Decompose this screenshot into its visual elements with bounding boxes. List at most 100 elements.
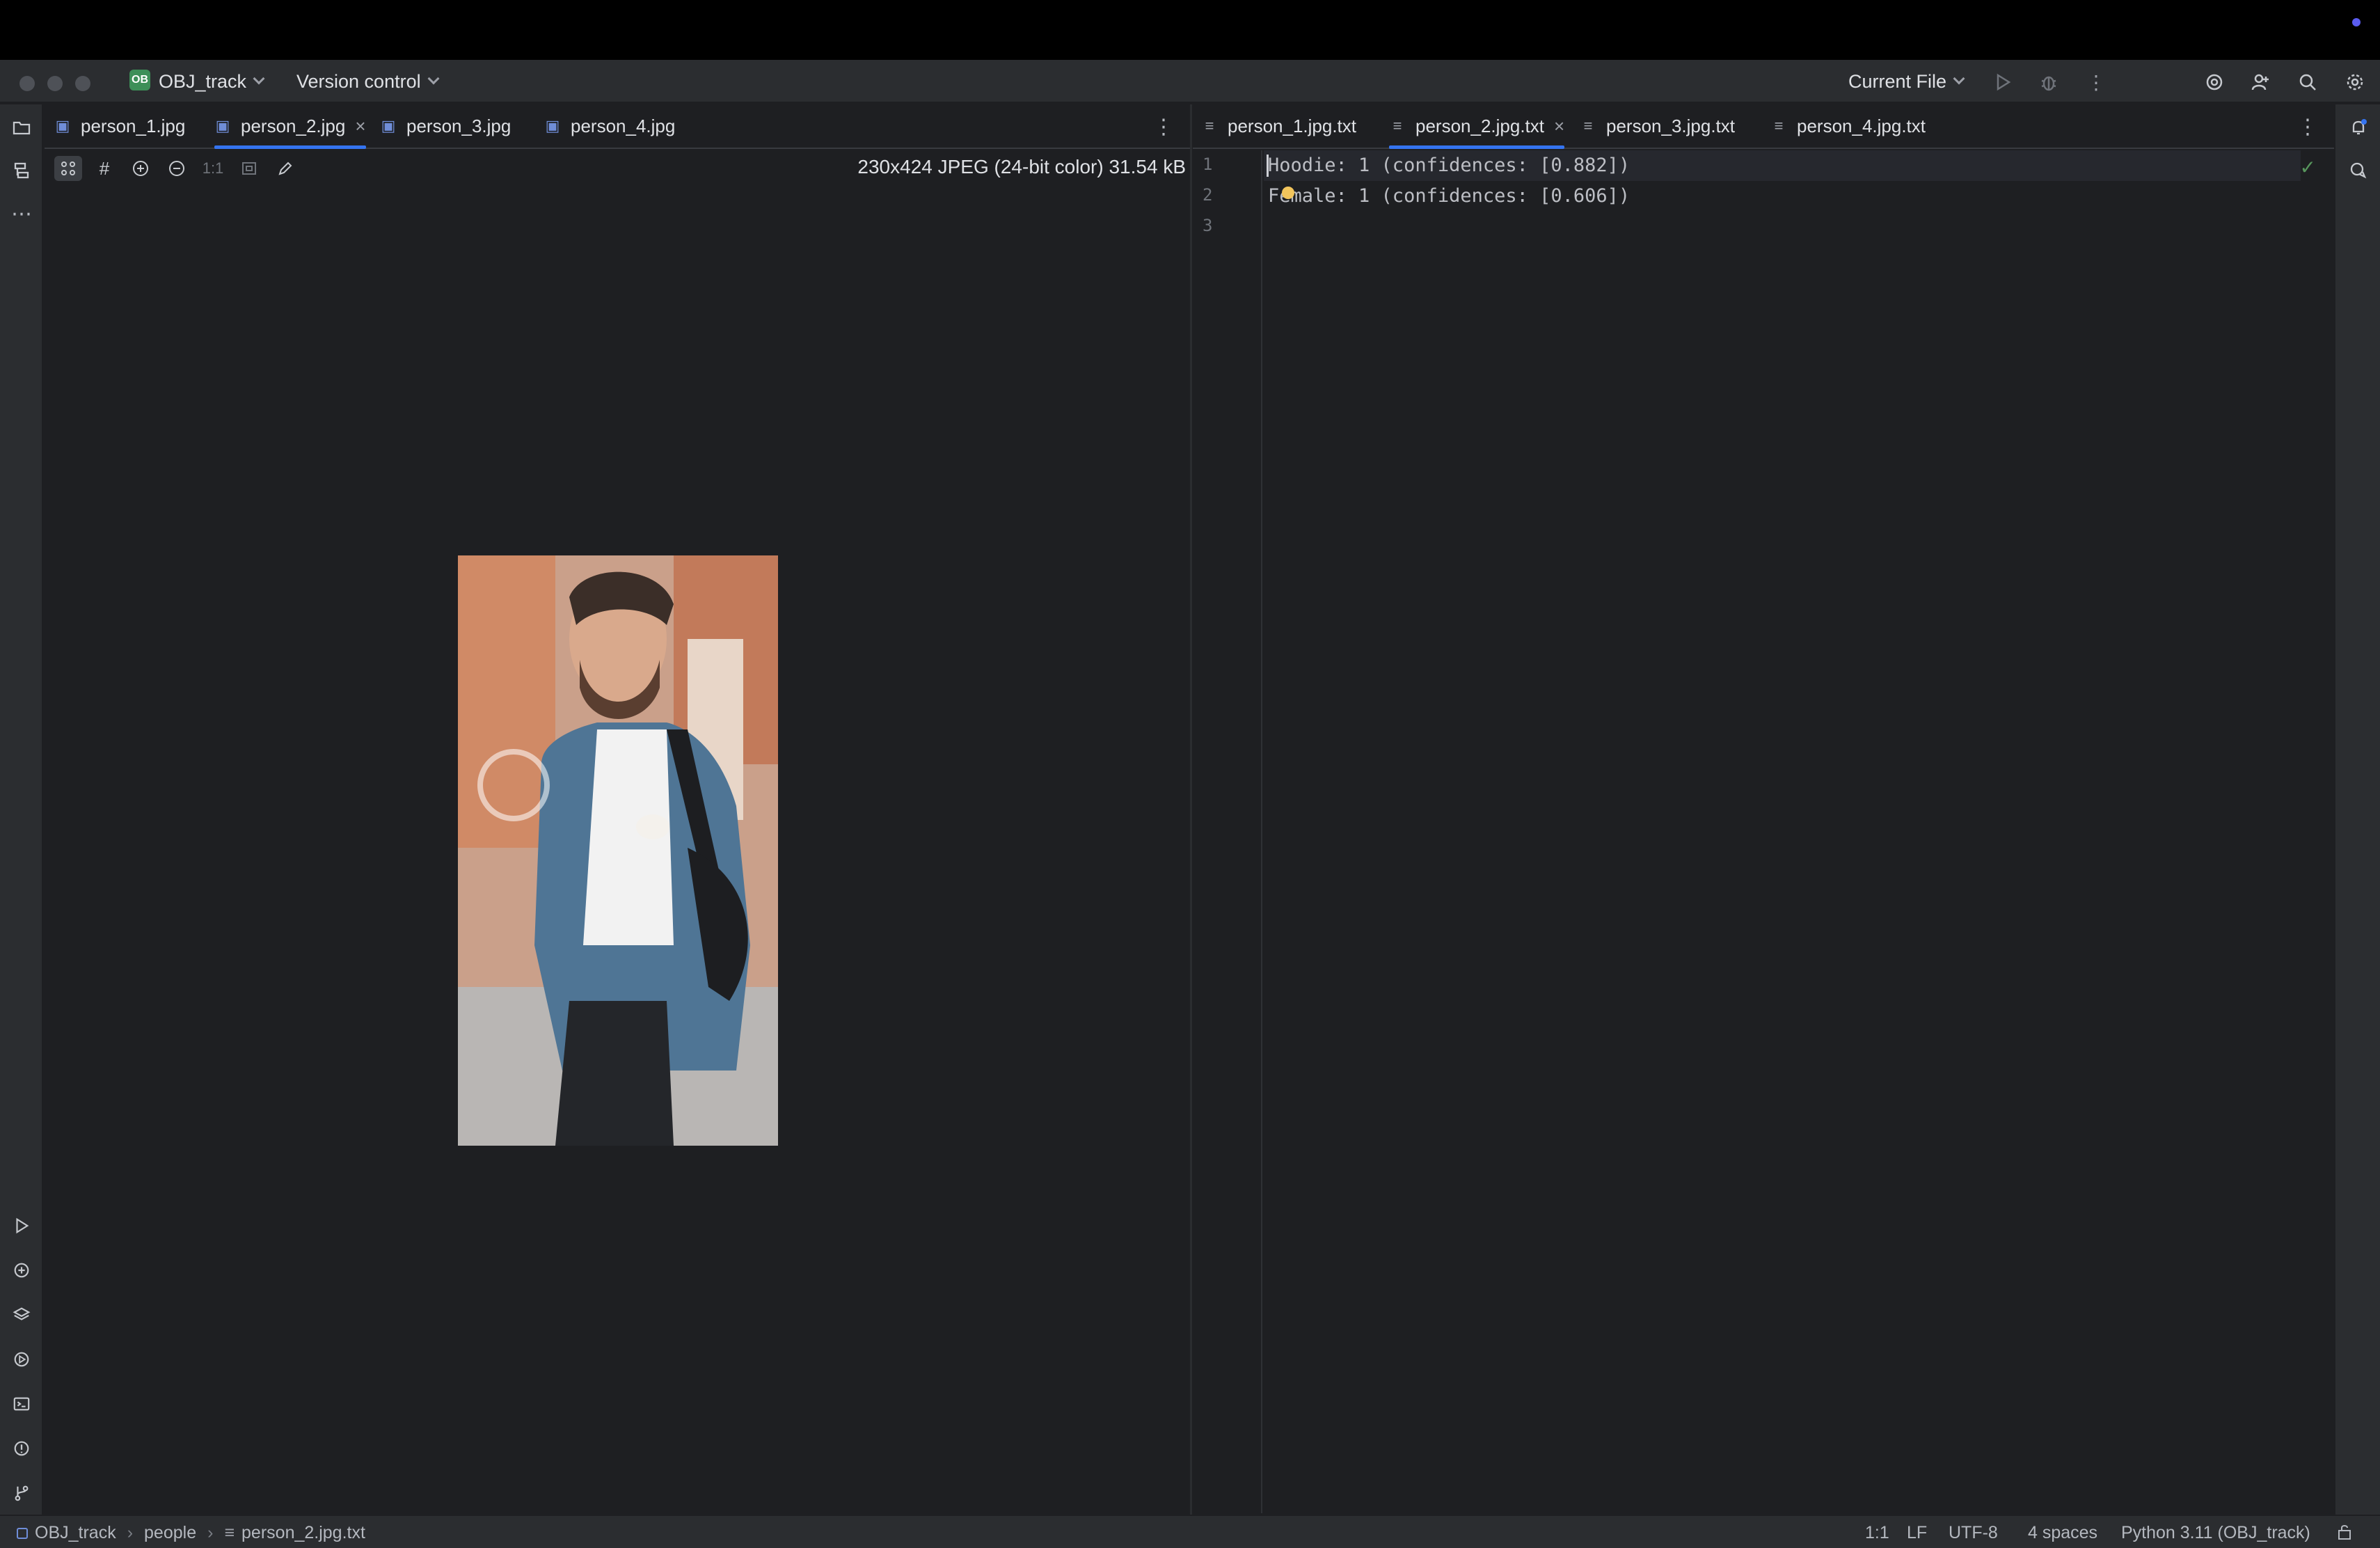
- maximize-window-button[interactable]: [75, 76, 90, 91]
- debug-icon[interactable]: [2035, 68, 2063, 96]
- ai-assistant-icon[interactable]: [2200, 68, 2228, 96]
- code-line[interactable]: Hoodie: 1 (confidences: [0.882]): [1268, 155, 1630, 176]
- run-tool-icon[interactable]: [0, 1208, 43, 1243]
- services-icon[interactable]: [0, 1342, 43, 1377]
- tab-person-3-jpg[interactable]: ▣ person_3.jpg: [380, 104, 511, 148]
- code-with-me-icon[interactable]: [2246, 68, 2274, 96]
- tab-label: person_4.jpg.txt: [1797, 115, 1926, 136]
- breadcrumb-project[interactable]: OBJ_track: [35, 1523, 116, 1543]
- show-grid-icon[interactable]: #: [90, 156, 118, 181]
- close-tab-icon[interactable]: ×: [355, 116, 365, 137]
- tab-label: person_1.jpg: [81, 115, 186, 136]
- right-tool-strip: [2334, 104, 2380, 1515]
- tab-label: person_2.jpg.txt: [1415, 115, 1545, 136]
- terminal-icon[interactable]: [0, 1387, 43, 1421]
- module-icon: [17, 1527, 28, 1539]
- breadcrumb-file[interactable]: person_2.jpg.txt: [241, 1523, 365, 1543]
- lock-icon[interactable]: [2335, 1523, 2354, 1541]
- line-number-gutter: 1 2 3: [1193, 150, 1262, 1513]
- tab-person-3-txt[interactable]: ≡ person_3.jpg.txt: [1580, 104, 1735, 148]
- python-interpreter[interactable]: Python 3.11 (OBJ_track): [2121, 1523, 2310, 1543]
- fit-zoom-icon[interactable]: [235, 156, 263, 181]
- run-config-label: Current File: [1848, 70, 1947, 92]
- tab-label: person_4.jpg: [571, 115, 676, 136]
- text-file-icon: ≡: [1205, 117, 1214, 134]
- structure-icon[interactable]: [0, 153, 43, 188]
- run-icon[interactable]: [1989, 68, 2017, 96]
- ai-chat-icon[interactable]: [2335, 153, 2380, 188]
- text-file-icon: ≡: [1583, 117, 1593, 134]
- text-tabs: ≡ person_1.jpg.txt ≡ person_2.jpg.txt × …: [1193, 104, 2334, 149]
- no-problems-check-icon[interactable]: ✓: [2300, 156, 2316, 179]
- zoom-out-icon[interactable]: [163, 156, 191, 181]
- tab-person-2-txt[interactable]: ≡ person_2.jpg.txt ×: [1389, 104, 1565, 149]
- line-number: 1: [1203, 155, 1213, 174]
- tab-options-icon[interactable]: ⋮: [1150, 111, 1177, 142]
- python-packages-icon[interactable]: [0, 1253, 43, 1288]
- chevron-right-icon: ›: [207, 1523, 214, 1542]
- left-tool-strip: ⋯: [0, 104, 43, 1515]
- line-separator[interactable]: LF: [1907, 1523, 1927, 1543]
- text-caret: [1267, 155, 1269, 177]
- image-file-icon: ▣: [545, 117, 560, 134]
- image-preview: [458, 555, 778, 1146]
- chevron-down-icon: [253, 72, 265, 85]
- caret-position[interactable]: 1:1: [1865, 1523, 1889, 1543]
- tab-person-1-jpg[interactable]: ▣ person_1.jpg: [54, 104, 186, 148]
- chevron-down-icon: [427, 72, 440, 85]
- image-file-icon: ▣: [215, 117, 230, 134]
- file-encoding[interactable]: UTF-8: [1949, 1523, 1998, 1543]
- version-control-menu[interactable]: Version control: [296, 70, 440, 93]
- line-number: 2: [1203, 185, 1213, 205]
- code-line[interactable]: Female: 1 (confidences: [0.606]): [1268, 185, 1630, 207]
- indentation[interactable]: 4 spaces: [2028, 1523, 2097, 1543]
- tab-label: person_2.jpg: [241, 115, 346, 136]
- show-chessboard-icon[interactable]: [54, 156, 82, 181]
- breadcrumb: OBJ_track › people › ≡ person_2.jpg.txt: [17, 1523, 365, 1543]
- git-branch-icon[interactable]: [0, 1476, 43, 1510]
- text-file-icon: ≡: [1774, 117, 1784, 134]
- more-actions-icon[interactable]: ⋮: [2082, 68, 2110, 96]
- tab-label: person_1.jpg.txt: [1228, 115, 1357, 136]
- status-bar: OBJ_track › people › ≡ person_2.jpg.txt …: [0, 1515, 2380, 1548]
- tab-person-2-jpg[interactable]: ▣ person_2.jpg ×: [214, 104, 366, 149]
- image-viewer-toolbar: # 1:1 230x424 JPEG (24-bit color) 31.54 …: [45, 149, 1191, 187]
- image-file-icon: ▣: [55, 117, 70, 134]
- minimize-window-button[interactable]: [47, 76, 63, 91]
- tab-person-4-jpg[interactable]: ▣ person_4.jpg: [544, 104, 676, 148]
- tab-options-icon[interactable]: ⋮: [2294, 111, 2322, 142]
- project-badge: OB: [129, 70, 150, 90]
- tab-label: person_3.jpg.txt: [1606, 115, 1736, 136]
- close-tab-icon[interactable]: ×: [1554, 116, 1564, 137]
- run-config-selector[interactable]: Current File: [1848, 70, 1965, 93]
- text-editor[interactable]: Hoodie: 1 (confidences: [0.882]) Female:…: [1264, 150, 2334, 1513]
- zoom-in-icon[interactable]: [127, 156, 154, 181]
- status-dot-icon: [2352, 18, 2361, 26]
- version-control-label: Version control: [296, 70, 421, 92]
- notifications-bell-icon[interactable]: [2335, 110, 2380, 145]
- breadcrumb-folder[interactable]: people: [144, 1523, 196, 1543]
- color-picker-icon[interactable]: [271, 156, 299, 181]
- image-info: 230x424 JPEG (24-bit color) 31.54 kB: [857, 156, 1186, 177]
- text-file-icon: ≡: [224, 1523, 235, 1542]
- chevron-down-icon: [1953, 72, 1965, 85]
- actual-size-button[interactable]: 1:1: [199, 156, 227, 181]
- project-selector[interactable]: OBJ_track: [159, 70, 265, 93]
- project-folder-icon[interactable]: [0, 110, 43, 145]
- settings-gear-icon[interactable]: [2341, 68, 2369, 96]
- chevron-right-icon: ›: [127, 1523, 134, 1542]
- search-icon[interactable]: [2294, 68, 2322, 96]
- text-file-icon: ≡: [1393, 117, 1402, 134]
- intention-bulb-icon[interactable]: [1282, 187, 1294, 199]
- layers-icon[interactable]: [0, 1297, 43, 1332]
- close-window-button[interactable]: [19, 76, 35, 91]
- split-divider[interactable]: [1190, 104, 1192, 1515]
- tab-person-4-txt[interactable]: ≡ person_4.jpg.txt: [1770, 104, 1926, 148]
- project-name: OBJ_track: [159, 70, 247, 92]
- image-file-icon: ▣: [381, 117, 396, 134]
- problems-icon[interactable]: [0, 1431, 43, 1466]
- tab-person-1-txt[interactable]: ≡ person_1.jpg.txt: [1201, 104, 1356, 148]
- system-menubar: [0, 0, 2380, 60]
- title-bar: OB OBJ_track Version control Current Fil…: [0, 60, 2380, 103]
- more-tools-icon[interactable]: ⋯: [0, 196, 43, 231]
